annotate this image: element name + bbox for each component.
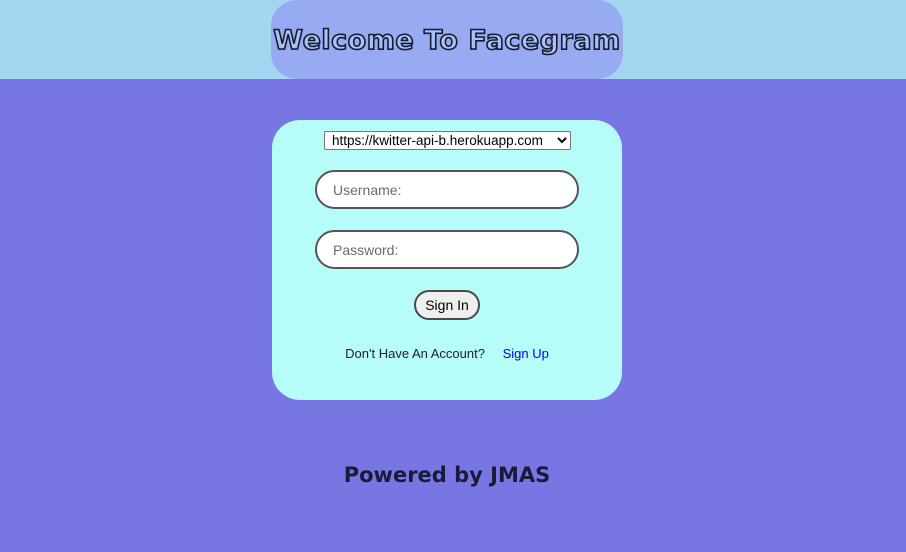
sign-up-link[interactable]: Sign Up	[503, 346, 549, 361]
login-card: https://kwitter-api-b.herokuapp.com Sign…	[272, 120, 622, 400]
header-title-container: Welcome To Facegram	[271, 0, 623, 79]
password-input[interactable]	[315, 230, 579, 269]
signup-prompt: Don't Have An Account? Sign Up	[272, 346, 622, 361]
server-select[interactable]: https://kwitter-api-b.herokuapp.com	[324, 131, 571, 150]
username-input[interactable]	[315, 170, 579, 209]
footer-powered-by: Powered by JMAS	[343, 463, 551, 487]
no-account-text: Don't Have An Account?	[345, 346, 485, 361]
page-title: Welcome To Facegram	[272, 24, 621, 57]
sign-in-button[interactable]: Sign In	[414, 290, 480, 320]
